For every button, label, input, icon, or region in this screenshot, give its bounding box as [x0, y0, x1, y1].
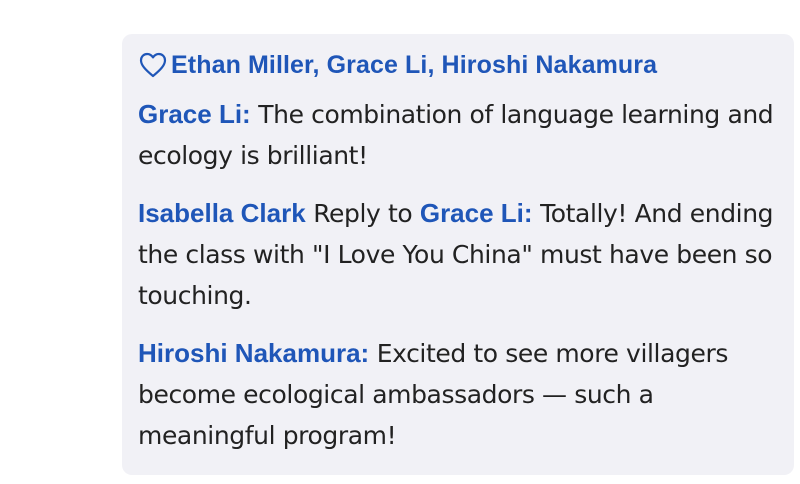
comment-author[interactable]: Hiroshi Nakamura: — [138, 338, 369, 368]
liked-by-names[interactable]: Ethan Miller, Grace Li, Hiroshi Nakamura — [171, 51, 657, 80]
comment-author[interactable]: Isabella Clark — [138, 198, 306, 228]
comment-item: Grace Li: The combination of language le… — [138, 94, 778, 176]
reply-target[interactable]: Grace Li: — [420, 198, 533, 228]
reply-label: Reply to — [313, 199, 413, 228]
heart-outline-icon[interactable] — [138, 50, 168, 80]
likes-row: Ethan Miller, Grace Li, Hiroshi Nakamura — [138, 48, 778, 82]
comments-panel: Ethan Miller, Grace Li, Hiroshi Nakamura… — [122, 34, 794, 475]
comment-item: Hiroshi Nakamura: Excited to see more vi… — [138, 333, 778, 456]
comment-item: Isabella Clark Reply to Grace Li: Totall… — [138, 193, 778, 316]
comment-author[interactable]: Grace Li: — [138, 99, 251, 129]
